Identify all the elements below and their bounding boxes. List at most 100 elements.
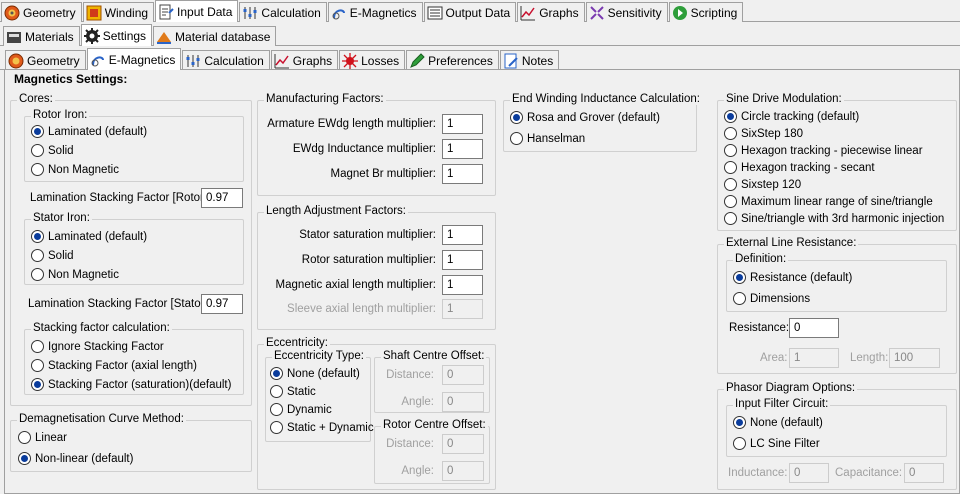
area-input[interactable] (789, 348, 839, 368)
inductance-input[interactable] (789, 463, 829, 483)
eccentricity-static-radio[interactable]: Static (270, 385, 316, 398)
stator-stacking-factor-label: Lamination Stacking Factor [Stator]: (28, 298, 211, 310)
rotor-iron-laminated-radio[interactable]: Laminated (default) (31, 125, 147, 138)
tab-geometry[interactable]: Geometry (1, 2, 82, 22)
shaft-distance-label: Distance: (386, 369, 434, 381)
dimensions-radio[interactable]: Dimensions (733, 292, 810, 305)
eccentricity-none-radio[interactable]: None (default) (270, 367, 360, 380)
shaft-distance-input[interactable] (442, 365, 484, 385)
sleeve-axial-length-label: Sleeve axial length multiplier: (287, 303, 436, 315)
sensitivity-icon (589, 5, 605, 21)
resistance-label: Resistance: (729, 322, 790, 334)
tab-settings-losses[interactable]: Losses (339, 50, 406, 70)
tab-output-data[interactable]: Output Data (423, 2, 517, 22)
rotor-iron-solid-radio[interactable]: Solid (31, 144, 74, 157)
resistance-input[interactable] (789, 318, 839, 338)
tab-settings-calculation[interactable]: Calculation (182, 50, 270, 70)
eccentricity-static-dynamic-radio[interactable]: Static + Dynamic (270, 421, 374, 434)
rotor-saturation-input[interactable] (442, 250, 483, 270)
tab-e-magnetics[interactable]: E-Magnetics (327, 2, 423, 22)
notes-icon (503, 53, 519, 69)
lc-sine-filter-radio[interactable]: LC Sine Filter (733, 437, 820, 450)
rotor-stacking-factor-input[interactable] (201, 188, 243, 208)
materials-icon (6, 29, 22, 45)
rotor-distance-input[interactable] (442, 434, 484, 454)
shaft-angle-label: Angle: (401, 396, 434, 408)
e-magnetics-icon (90, 52, 106, 68)
stator-saturation-input[interactable] (442, 225, 483, 245)
length-label: Length: (850, 352, 889, 364)
tab-settings-notes[interactable]: Notes (499, 50, 560, 70)
stator-iron-non-magnetic-radio[interactable]: Non Magnetic (31, 268, 119, 281)
stator-stacking-factor-input[interactable] (201, 294, 243, 314)
circle-tracking-radio[interactable]: Circle tracking (default) (724, 110, 859, 123)
tab-material-database[interactable]: Material database (153, 26, 277, 46)
stator-iron-laminated-radio[interactable]: Laminated (default) (31, 230, 147, 243)
shaft-angle-input[interactable] (442, 392, 484, 412)
sleeve-axial-length-input[interactable] (442, 299, 483, 319)
tab-materials[interactable]: Materials (3, 26, 80, 46)
sixstep-120-radio[interactable]: Sixstep 120 (724, 178, 801, 191)
page-title: Magnetics Settings: (14, 72, 128, 86)
rotor-angle-input[interactable] (442, 461, 484, 481)
gear-icon (83, 27, 100, 44)
tab-input-data[interactable]: Input Data (155, 0, 239, 22)
settings-subtab-row: Geometry E-Magnetics Calculation Graphs … (5, 48, 560, 70)
filter-none-radio[interactable]: None (default) (733, 416, 823, 429)
eccentricity-dynamic-radio[interactable]: Dynamic (270, 403, 332, 416)
area-label: Area: (760, 352, 788, 364)
graphs-icon (520, 5, 536, 21)
tab-settings-preferences[interactable]: Preferences (406, 50, 499, 70)
stator-iron-solid-radio[interactable]: Solid (31, 249, 74, 262)
output-data-icon (427, 5, 443, 21)
settings-tab-row: Materials Settings Material database (3, 24, 277, 46)
input-data-icon (158, 4, 174, 20)
capacitance-label: Capacitance: (835, 467, 903, 479)
armature-ewdg-length-label: Armature EWdg length multiplier: (267, 118, 436, 130)
rotor-iron-non-magnetic-radio[interactable]: Non Magnetic (31, 163, 119, 176)
rotor-distance-label: Distance: (386, 438, 434, 450)
stacking-factor-axial-radio[interactable]: Stacking Factor (axial length) (31, 359, 197, 372)
max-linear-sine-triangle-radio[interactable]: Maximum linear range of sine/triangle (724, 195, 933, 208)
demag-linear-radio[interactable]: Linear (18, 431, 67, 444)
tab-calculation[interactable]: Calculation (239, 2, 327, 22)
stator-saturation-label: Stator saturation multiplier: (299, 229, 436, 241)
sine-triangle-3rd-harmonic-radio[interactable]: Sine/triangle with 3rd harmonic injectio… (724, 212, 944, 225)
rotor-stacking-factor-label: Lamination Stacking Factor [Rotor]: (30, 192, 211, 204)
magnetic-axial-length-input[interactable] (442, 275, 483, 295)
tab-settings[interactable]: Settings (80, 24, 153, 46)
geometry-icon (8, 53, 24, 69)
magnetic-axial-length-label: Magnetic axial length multiplier: (275, 279, 436, 291)
calculation-icon (242, 5, 258, 21)
magnet-br-input[interactable] (442, 164, 483, 184)
e-magnetics-icon (331, 5, 347, 21)
hexagon-secant-radio[interactable]: Hexagon tracking - secant (724, 161, 875, 174)
tab-graphs[interactable]: Graphs (517, 2, 585, 22)
tab-winding[interactable]: Winding (82, 2, 155, 22)
armature-ewdg-length-input[interactable] (442, 114, 483, 134)
tab-scripting[interactable]: Scripting (668, 2, 744, 22)
tab-settings-graphs[interactable]: Graphs (270, 50, 339, 70)
hanselman-radio[interactable]: Hanselman (510, 132, 585, 145)
graphs-icon (274, 53, 290, 69)
rosa-grover-radio[interactable]: Rosa and Grover (default) (510, 111, 660, 124)
geometry-icon (4, 5, 20, 21)
ignore-stacking-factor-radio[interactable]: Ignore Stacking Factor (31, 340, 164, 353)
hexagon-piecewise-radio[interactable]: Hexagon tracking - piecewise linear (724, 144, 923, 157)
winding-icon (86, 5, 102, 21)
magnet-br-label: Magnet Br multiplier: (330, 168, 436, 180)
length-input[interactable] (889, 348, 940, 368)
sixstep-180-radio[interactable]: SixStep 180 (724, 127, 803, 140)
losses-icon (342, 52, 359, 69)
demag-nonlinear-radio[interactable]: Non-linear (default) (18, 452, 133, 465)
ewdg-inductance-input[interactable] (442, 139, 483, 159)
top-tab-row: Geometry Winding Input Data Calculation … (1, 0, 744, 22)
tab-sensitivity[interactable]: Sensitivity (585, 2, 668, 22)
tab-settings-e-magnetics[interactable]: E-Magnetics (86, 48, 182, 70)
tab-settings-geometry[interactable]: Geometry (5, 50, 86, 70)
resistance-default-radio[interactable]: Resistance (default) (733, 271, 852, 284)
ewdg-inductance-label: EWdg Inductance multiplier: (292, 143, 436, 155)
pencil-icon (409, 52, 425, 69)
stacking-factor-saturation-radio[interactable]: Stacking Factor (saturation)(default) (31, 378, 231, 391)
capacitance-input[interactable] (904, 463, 944, 483)
